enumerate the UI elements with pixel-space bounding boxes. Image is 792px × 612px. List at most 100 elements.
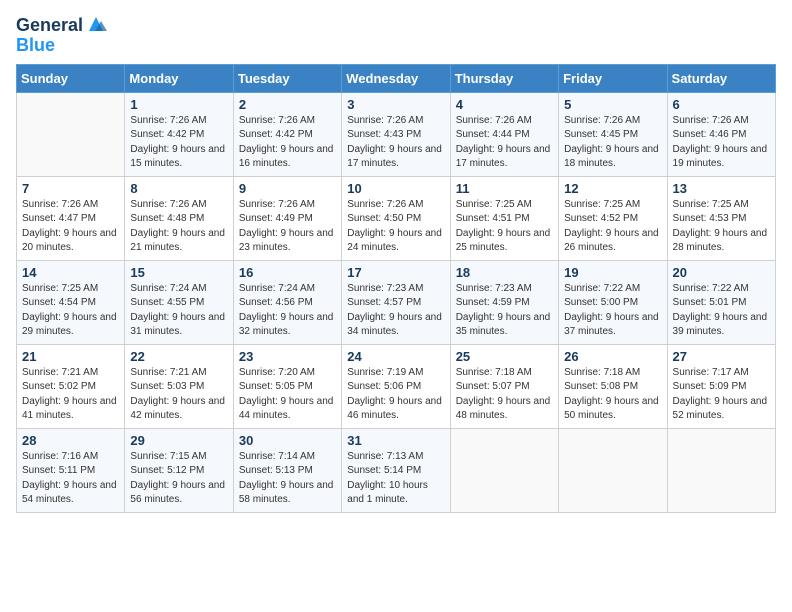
day-number: 20: [673, 265, 770, 280]
calendar-cell: 13 Sunrise: 7:25 AM Sunset: 4:53 PM Dayli…: [667, 176, 775, 260]
week-row-5: 28 Sunrise: 7:16 AM Sunset: 5:11 PM Dayli…: [17, 428, 776, 512]
day-number: 4: [456, 97, 553, 112]
day-detail: Sunrise: 7:22 AM Sunset: 5:01 PM Dayligh…: [673, 282, 770, 340]
day-detail: Sunrise: 7:24 AM Sunset: 4:56 PM Dayligh…: [239, 282, 336, 340]
day-number: 23: [239, 349, 336, 364]
day-number: 28: [22, 433, 119, 448]
day-detail: Sunrise: 7:16 AM Sunset: 5:11 PM Dayligh…: [22, 450, 119, 508]
calendar-cell: 22 Sunrise: 7:21 AM Sunset: 5:03 PM Dayli…: [125, 344, 233, 428]
day-number: 10: [347, 181, 444, 196]
day-detail: Sunrise: 7:24 AM Sunset: 4:55 PM Dayligh…: [130, 282, 227, 340]
logo-icon: [85, 13, 107, 35]
weekday-header-friday: Friday: [559, 64, 667, 92]
calendar-cell: 8Sunrise: 7:26 AM Sunset: 4:48 PM Daylig…: [125, 176, 233, 260]
calendar-cell: 25Sunrise: 7:18 AM Sunset: 5:07 PM Dayli…: [450, 344, 558, 428]
weekday-header-row: SundayMondayTuesdayWednesdayThursdayFrid…: [17, 64, 776, 92]
day-detail: Sunrise: 7:23 AM Sunset: 4:59 PM Dayligh…: [456, 282, 553, 340]
day-detail: Sunrise: 7:25 AM Sunset: 4:52 PM Dayligh…: [564, 198, 661, 256]
day-number: 12: [564, 181, 661, 196]
calendar-cell: 6Sunrise: 7:26 AM Sunset: 4:46 PM Daylig…: [667, 92, 775, 176]
day-number: 13: [673, 181, 770, 196]
weekday-header-tuesday: Tuesday: [233, 64, 341, 92]
calendar-cell: 17Sunrise: 7:23 AM Sunset: 4:57 PM Dayli…: [342, 260, 450, 344]
day-detail: Sunrise: 7:21 AM Sunset: 5:02 PM Dayligh…: [22, 366, 119, 424]
calendar-cell: 27Sunrise: 7:17 AM Sunset: 5:09 PM Dayli…: [667, 344, 775, 428]
calendar-cell: 14 Sunrise: 7:25 AM Sunset: 4:54 PM Dayli…: [17, 260, 125, 344]
day-number: 19: [564, 265, 661, 280]
day-number: 1: [130, 97, 227, 112]
weekday-header-saturday: Saturday: [667, 64, 775, 92]
day-number: 29: [130, 433, 227, 448]
week-row-2: 7 Sunrise: 7:26 AM Sunset: 4:47 PM Daylig…: [17, 176, 776, 260]
calendar-body: 1 Sunrise: 7:26 AM Sunset: 4:42 PM Daylig…: [17, 92, 776, 512]
calendar-cell: 19 Sunrise: 7:22 AM Sunset: 5:00 PM Dayli…: [559, 260, 667, 344]
day-number: 5: [564, 97, 661, 112]
day-detail: Sunrise: 7:22 AM Sunset: 5:00 PM Dayligh…: [564, 282, 661, 340]
calendar-cell: [667, 428, 775, 512]
day-number: 31: [347, 433, 444, 448]
logo: General Blue: [16, 16, 107, 56]
day-detail: Sunrise: 7:13 AM Sunset: 5:14 PM Dayligh…: [347, 450, 444, 508]
calendar-cell: 9 Sunrise: 7:26 AM Sunset: 4:49 PM Daylig…: [233, 176, 341, 260]
day-number: 8: [130, 181, 227, 196]
calendar-cell: 10 Sunrise: 7:26 AM Sunset: 4:50 PM Dayli…: [342, 176, 450, 260]
day-number: 18: [456, 265, 553, 280]
day-number: 30: [239, 433, 336, 448]
day-number: 7: [22, 181, 119, 196]
calendar-cell: 31 Sunrise: 7:13 AM Sunset: 5:14 PM Dayli…: [342, 428, 450, 512]
calendar-cell: 20 Sunrise: 7:22 AM Sunset: 5:01 PM Dayli…: [667, 260, 775, 344]
day-detail: Sunrise: 7:26 AM Sunset: 4:50 PM Dayligh…: [347, 198, 444, 256]
day-number: 14: [22, 265, 119, 280]
weekday-header-wednesday: Wednesday: [342, 64, 450, 92]
day-detail: Sunrise: 7:19 AM Sunset: 5:06 PM Dayligh…: [347, 366, 444, 424]
week-row-3: 14 Sunrise: 7:25 AM Sunset: 4:54 PM Dayli…: [17, 260, 776, 344]
day-number: 15: [130, 265, 227, 280]
day-number: 25: [456, 349, 553, 364]
calendar-cell: 3 Sunrise: 7:26 AM Sunset: 4:43 PM Daylig…: [342, 92, 450, 176]
calendar-cell: 2 Sunrise: 7:26 AM Sunset: 4:42 PM Daylig…: [233, 92, 341, 176]
page-container: General Blue SundayMondayTuesdayWednesda…: [0, 0, 792, 521]
calendar-cell: 21Sunrise: 7:21 AM Sunset: 5:02 PM Dayli…: [17, 344, 125, 428]
calendar-cell: [559, 428, 667, 512]
day-detail: Sunrise: 7:26 AM Sunset: 4:47 PM Dayligh…: [22, 198, 119, 256]
day-detail: Sunrise: 7:25 AM Sunset: 4:53 PM Dayligh…: [673, 198, 770, 256]
day-detail: Sunrise: 7:20 AM Sunset: 5:05 PM Dayligh…: [239, 366, 336, 424]
calendar-cell: 16 Sunrise: 7:24 AM Sunset: 4:56 PM Dayli…: [233, 260, 341, 344]
day-number: 16: [239, 265, 336, 280]
calendar-cell: 4Sunrise: 7:26 AM Sunset: 4:44 PM Daylig…: [450, 92, 558, 176]
header: General Blue: [16, 16, 776, 56]
day-number: 9: [239, 181, 336, 196]
day-detail: Sunrise: 7:26 AM Sunset: 4:43 PM Dayligh…: [347, 114, 444, 172]
logo-general: General: [16, 16, 83, 36]
week-row-1: 1 Sunrise: 7:26 AM Sunset: 4:42 PM Daylig…: [17, 92, 776, 176]
calendar-cell: 29 Sunrise: 7:15 AM Sunset: 5:12 PM Dayli…: [125, 428, 233, 512]
calendar-cell: 1Sunrise: 7:26 AM Sunset: 4:42 PM Daylig…: [125, 92, 233, 176]
day-number: 2: [239, 97, 336, 112]
calendar-cell: [450, 428, 558, 512]
calendar-cell: 30Sunrise: 7:14 AM Sunset: 5:13 PM Dayli…: [233, 428, 341, 512]
day-detail: Sunrise: 7:21 AM Sunset: 5:03 PM Dayligh…: [130, 366, 227, 424]
calendar-cell: 23 Sunrise: 7:20 AM Sunset: 5:05 PM Dayli…: [233, 344, 341, 428]
calendar-cell: 18 Sunrise: 7:23 AM Sunset: 4:59 PM Dayli…: [450, 260, 558, 344]
day-detail: Sunrise: 7:26 AM Sunset: 4:42 PM Dayligh…: [239, 114, 336, 172]
day-detail: Sunrise: 7:25 AM Sunset: 4:54 PM Dayligh…: [22, 282, 119, 340]
calendar-cell: 5Sunrise: 7:26 AM Sunset: 4:45 PM Daylig…: [559, 92, 667, 176]
weekday-header-monday: Monday: [125, 64, 233, 92]
day-number: 3: [347, 97, 444, 112]
week-row-4: 21Sunrise: 7:21 AM Sunset: 5:02 PM Dayli…: [17, 344, 776, 428]
day-number: 11: [456, 181, 553, 196]
day-number: 17: [347, 265, 444, 280]
day-detail: Sunrise: 7:15 AM Sunset: 5:12 PM Dayligh…: [130, 450, 227, 508]
calendar-cell: 15 Sunrise: 7:24 AM Sunset: 4:55 PM Dayli…: [125, 260, 233, 344]
day-number: 27: [673, 349, 770, 364]
day-number: 22: [130, 349, 227, 364]
calendar-cell: 24 Sunrise: 7:19 AM Sunset: 5:06 PM Dayli…: [342, 344, 450, 428]
day-number: 24: [347, 349, 444, 364]
day-number: 6: [673, 97, 770, 112]
calendar-cell: 28 Sunrise: 7:16 AM Sunset: 5:11 PM Dayli…: [17, 428, 125, 512]
calendar-cell: 11Sunrise: 7:25 AM Sunset: 4:51 PM Dayli…: [450, 176, 558, 260]
day-number: 26: [564, 349, 661, 364]
weekday-header-sunday: Sunday: [17, 64, 125, 92]
day-detail: Sunrise: 7:26 AM Sunset: 4:49 PM Dayligh…: [239, 198, 336, 256]
weekday-header-thursday: Thursday: [450, 64, 558, 92]
